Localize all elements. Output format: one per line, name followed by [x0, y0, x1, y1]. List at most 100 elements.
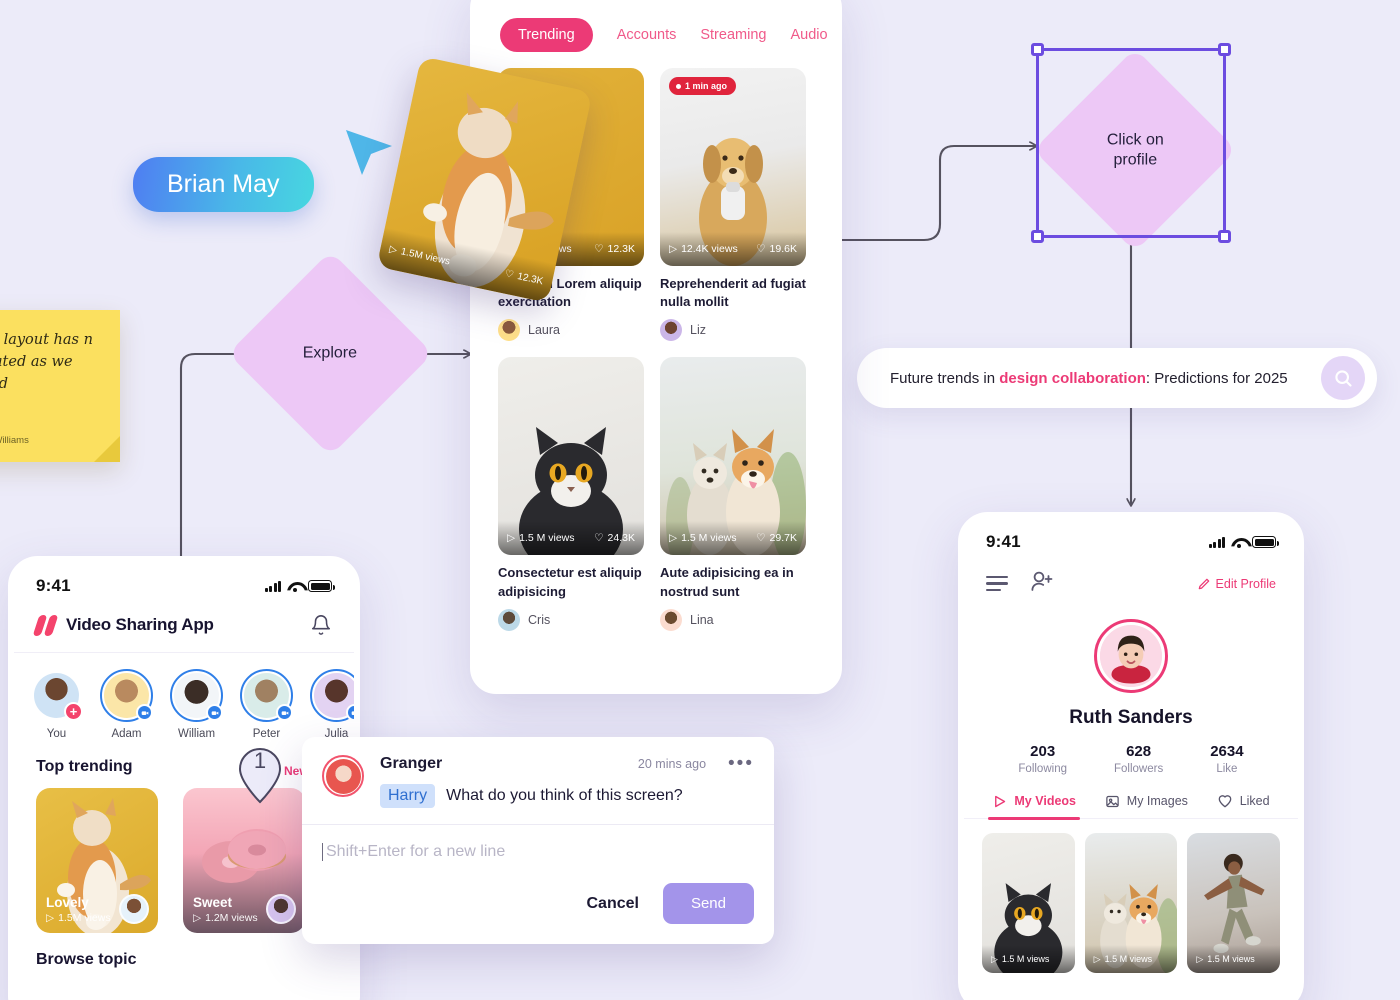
profile-toolbar: Edit Profile — [964, 558, 1298, 597]
avatar-image — [1100, 625, 1162, 687]
phone-profile-screen[interactable]: 9:41 Edit Profile Ruth Sanders 203 Follo… — [958, 512, 1304, 1000]
stat-like[interactable]: 2634 Like — [1210, 743, 1243, 775]
profile-name: Ruth Sanders — [1069, 707, 1193, 728]
card-stats: ▷ 1.5 M views ♡ 24.3K — [498, 521, 644, 556]
stat-followers[interactable]: 628 Followers — [1114, 743, 1163, 775]
sticky-note[interactable]: , the layout has n updated as we ussed c… — [0, 310, 120, 462]
comment-header: Granger 20 mins ago ••• Harry What do yo… — [302, 737, 774, 824]
card-author[interactable]: Liz — [660, 319, 806, 342]
app-header: Video Sharing App — [14, 602, 354, 653]
search-bar[interactable]: Future trends in design collaboration: P… — [857, 348, 1377, 408]
card-author[interactable]: Laura — [498, 319, 644, 342]
profile-avatar[interactable] — [1094, 619, 1168, 693]
trending-views: ▷ 1.2M views — [193, 912, 258, 924]
tab-trending[interactable]: Trending — [500, 18, 593, 52]
tab-audio[interactable]: Audio — [790, 27, 827, 43]
stories-row[interactable]: + You Adam William Peter Julia — [14, 653, 354, 748]
profile-tabs[interactable]: My Videos My Images Liked — [964, 793, 1298, 820]
card-thumbnail[interactable]: ▷ 1.5 M views ♡ 24.3K — [498, 357, 644, 556]
profile-thumb[interactable]: ▷ 1.5 M views — [982, 833, 1075, 973]
comment-input-area[interactable]: Shift+Enter for a new line — [302, 824, 774, 861]
app-brand: Video Sharing App — [32, 614, 214, 636]
tab-my-images[interactable]: My Images — [1105, 793, 1188, 818]
avatar — [660, 319, 682, 342]
explore-card[interactable]: ▷ 1.5 M views ♡ 29.7K Aute adipisicing e… — [660, 357, 806, 631]
search-highlight: design collaboration — [999, 369, 1146, 387]
comment-mention[interactable]: Harry — [380, 784, 436, 808]
status-time: 9:41 — [36, 576, 71, 595]
selection-box[interactable] — [1031, 43, 1231, 243]
trending-card-lovely[interactable]: Lovely ▷ 1.5M views — [36, 788, 158, 933]
story-adam[interactable]: Adam — [100, 669, 153, 740]
card-likes: ♡ 24.3K — [594, 532, 635, 545]
hamburger-icon[interactable] — [986, 576, 1008, 591]
explore-card[interactable]: 1 min ago ▷ 12.4K views ♡ 19.6K Reprehen… — [660, 68, 806, 342]
story-peter[interactable]: Peter — [240, 669, 293, 740]
add-user-icon[interactable] — [1030, 570, 1054, 597]
card-author[interactable]: Lina — [660, 608, 806, 631]
app-logo-icon — [32, 614, 59, 636]
resize-handle-top-left[interactable] — [1031, 43, 1044, 56]
pin-marker-1[interactable]: 1 — [236, 746, 284, 804]
explore-card[interactable]: ▷ 1.5 M views ♡ 24.3K Consectetur est al… — [498, 357, 644, 631]
edit-profile-button[interactable]: Edit Profile — [1197, 577, 1276, 591]
wifi-icon — [1231, 537, 1246, 548]
cellular-icon — [1208, 536, 1225, 548]
trending-meta: Sweet ▷ 1.2M views — [193, 895, 258, 924]
card-views: ▷ 1.5 M views — [669, 532, 737, 545]
send-button[interactable]: Send — [662, 883, 754, 924]
search-suffix: : Predictions for 2025 — [1145, 369, 1288, 387]
add-story-icon[interactable]: + — [64, 702, 83, 721]
cancel-button[interactable]: Cancel — [586, 895, 638, 913]
comment-body: Granger 20 mins ago ••• Harry What do yo… — [380, 754, 754, 808]
badge-dot — [676, 83, 681, 89]
stat-value: 628 — [1126, 743, 1152, 760]
tab-my-videos[interactable]: My Videos — [988, 793, 1080, 820]
trending-card-sweet[interactable]: Sweet ▷ 1.2M views — [183, 788, 305, 933]
resize-handle-top-right[interactable] — [1218, 43, 1231, 56]
stat-label: Followers — [1113, 763, 1164, 775]
search-button[interactable] — [1321, 356, 1365, 400]
camera-icon — [346, 704, 354, 721]
collaborator-cursor-brian-may: Brian May — [133, 157, 314, 212]
sticky-note-text: , the layout has n updated as we ussed — [0, 332, 93, 392]
badge-label: 1 min ago — [685, 81, 728, 91]
avatar-ring — [100, 669, 153, 722]
profile-thumb[interactable]: ▷ 1.5 M views — [1187, 833, 1281, 973]
trending-views: ▷ 1.5M views — [46, 912, 111, 924]
profile-stats: 203 Following 628 Followers 2634 Like — [964, 743, 1298, 775]
avatar — [119, 894, 149, 924]
tab-label: My Images — [1126, 794, 1188, 808]
explore-tabs[interactable]: Trending Accounts Streaming Audio — [476, 0, 836, 64]
stat-value: 203 — [1030, 743, 1056, 760]
card-author-name: Laura — [528, 323, 560, 338]
thumb-views: ▷ 1.5 M views — [1196, 953, 1255, 965]
stat-following[interactable]: 203 Following — [1018, 743, 1067, 775]
story-julia[interactable]: Julia — [310, 669, 354, 740]
tab-accounts[interactable]: Accounts — [617, 27, 677, 43]
story-name: Peter — [252, 728, 281, 740]
card-views: ▷ 1.5 M views — [507, 532, 575, 545]
search-icon — [1334, 369, 1352, 387]
bell-icon[interactable] — [310, 614, 332, 636]
more-icon[interactable]: ••• — [728, 754, 754, 773]
resize-handle-bottom-right[interactable] — [1218, 230, 1231, 243]
story-name: William — [177, 728, 216, 740]
node-explore[interactable]: Explore — [227, 250, 434, 457]
card-author-name: Lina — [690, 612, 714, 627]
tab-streaming[interactable]: Streaming — [700, 27, 766, 43]
card-thumbnail[interactable]: ▷ 1.5 M views ♡ 29.7K — [660, 357, 806, 556]
tab-liked[interactable]: Liked — [1217, 793, 1270, 818]
flow-canvas[interactable]: , the layout has n updated as we ussed c… — [0, 0, 1400, 1000]
status-bar: 9:41 — [14, 562, 354, 602]
search-prefix: Future trends in — [890, 369, 1000, 387]
story-you[interactable]: + You — [30, 669, 83, 740]
comment-popup[interactable]: Granger 20 mins ago ••• Harry What do yo… — [302, 737, 774, 944]
profile-thumb[interactable]: ▷ 1.5 M views — [1084, 833, 1178, 973]
resize-handle-bottom-left[interactable] — [1031, 230, 1044, 243]
card-thumbnail[interactable]: 1 min ago ▷ 12.4K views ♡ 19.6K — [660, 68, 806, 266]
card-author[interactable]: Cris — [498, 608, 644, 631]
pin-number: 1 — [253, 748, 267, 773]
comment-message: What do you think of this screen? — [446, 787, 683, 804]
story-william[interactable]: William — [170, 669, 223, 740]
